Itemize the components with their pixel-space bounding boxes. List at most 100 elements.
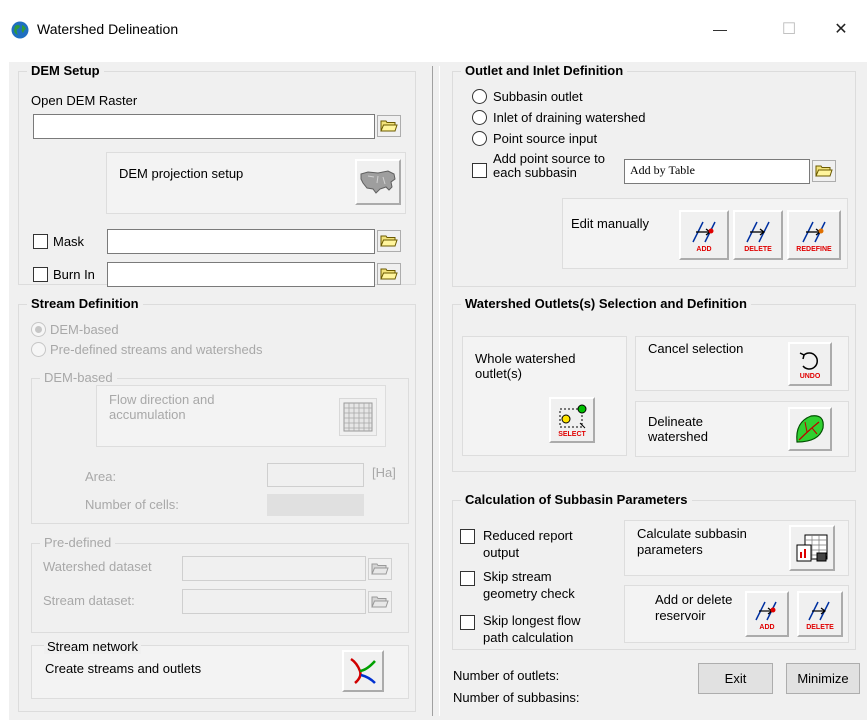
minimize-icon: — [713, 21, 727, 37]
reservoir-label: Add or delete reservoir [655, 592, 733, 623]
folder-open-icon [815, 165, 833, 177]
vertical-separator [432, 66, 440, 716]
select-outlet-button[interactable]: SELECT [549, 397, 595, 443]
reduced-report-checkbox[interactable] [460, 529, 475, 544]
dem-based-subgroup-title: DEM-based [40, 370, 117, 385]
mask-checkbox[interactable] [33, 234, 48, 249]
delete-point-icon [746, 221, 770, 242]
burn-in-label: Burn In [53, 267, 95, 282]
maximize-window-button[interactable]: ☐ [766, 14, 812, 44]
subbasin-parameters-group: Calculation of Subbasin Parameters Reduc… [452, 492, 856, 650]
inlet-draining-radio[interactable] [472, 110, 487, 125]
burn-in-checkbox[interactable] [33, 267, 48, 282]
close-window-button[interactable]: ✕ [818, 14, 864, 44]
point-source-label: Point source input [493, 131, 598, 146]
watershed-dataset-label: Watershed dataset [43, 559, 152, 574]
outlets-selection-group: Watershed Outlets(s) Selection and Defin… [452, 296, 856, 472]
maximize-icon: ☐ [781, 21, 797, 38]
area-input[interactable] [267, 463, 364, 487]
delete-reservoir-icon [808, 601, 830, 620]
dem-based-radio-label: DEM-based [50, 322, 119, 337]
stream-dataset-input[interactable] [182, 589, 366, 614]
redefine-caption: REDEFINE [796, 245, 832, 253]
create-streams-button[interactable] [342, 650, 384, 692]
dem-projection-panel: DEM projection setup [106, 152, 406, 214]
add-reservoir-button[interactable]: ADD [745, 591, 789, 637]
number-of-subbasins-label: Number of subbasins: [453, 690, 580, 705]
subbasin-parameters-title: Calculation of Subbasin Parameters [461, 492, 692, 507]
reservoir-delete-caption: DELETE [806, 623, 834, 631]
select-caption: SELECT [558, 430, 586, 438]
cancel-selection-label: Cancel selection [648, 341, 744, 356]
open-dem-label: Open DEM Raster [31, 93, 138, 108]
reservoir-panel: Add or delete reservoir ADD DELETE [624, 585, 849, 643]
watershed-dataset-input[interactable] [182, 556, 366, 581]
calculate-parameters-panel: Calculate subbasin parameters [624, 520, 849, 576]
open-dem-input[interactable] [33, 114, 375, 139]
add-reservoir-icon [755, 601, 777, 620]
open-dem-browse-button[interactable] [377, 115, 401, 137]
add-caption: ADD [696, 245, 712, 253]
select-outlet-icon [559, 404, 587, 428]
delineate-watershed-button[interactable] [788, 407, 832, 451]
dem-projection-button[interactable] [355, 159, 401, 205]
add-by-table-browse-button[interactable] [812, 160, 836, 182]
redefine-point-icon [802, 221, 826, 242]
add-outlet-button[interactable]: ADD [679, 210, 729, 260]
reduced-report-label: Reduced report output [483, 528, 573, 560]
add-point-icon [692, 221, 716, 242]
cells-value [267, 494, 364, 516]
outlets-selection-title: Watershed Outlets(s) Selection and Defin… [461, 296, 751, 311]
stream-definition-group: Stream Definition DEM-based Pre-defined … [18, 296, 416, 712]
skip-stream-checkbox[interactable] [460, 571, 475, 586]
delete-outlet-button[interactable]: DELETE [733, 210, 783, 260]
burn-in-input[interactable] [107, 262, 375, 287]
add-by-table-input[interactable]: Add by Table [624, 159, 810, 184]
undo-icon [799, 351, 819, 370]
outlet-inlet-group: Outlet and Inlet Definition Subbasin out… [452, 63, 856, 287]
redefine-outlet-button[interactable]: REDEFINE [787, 210, 841, 260]
stream-definition-title: Stream Definition [27, 296, 143, 311]
delineate-watershed-panel: Delineate watershed [635, 401, 849, 457]
cells-label: Number of cells: [85, 497, 179, 512]
subbasin-outlet-radio[interactable] [472, 89, 487, 104]
cancel-selection-panel: Cancel selection UNDO [635, 336, 849, 391]
grid-icon [343, 402, 373, 432]
edit-manually-label: Edit manually [571, 216, 650, 231]
burn-in-browse-button[interactable] [377, 263, 401, 285]
predefined-subgroup-title: Pre-defined [40, 535, 116, 550]
add-point-source-label: Add point source to each subbasin [493, 151, 606, 180]
flow-direction-button[interactable] [339, 398, 377, 436]
predefined-radio-label: Pre-defined streams and watersheds [50, 342, 263, 357]
predefined-radio[interactable] [31, 342, 46, 357]
reservoir-add-caption: ADD [759, 623, 775, 631]
stream-network-icon [350, 657, 376, 684]
minimize-button[interactable]: Minimize [786, 663, 860, 694]
folder-open-icon [371, 563, 389, 575]
skip-longest-label: Skip longest flow path calculation [483, 613, 581, 645]
cancel-selection-button[interactable]: UNDO [788, 342, 832, 386]
us-map-icon [360, 170, 396, 194]
delineate-watershed-label: Delineate watershed [648, 414, 708, 444]
delete-caption: DELETE [744, 245, 772, 253]
mask-browse-button[interactable] [377, 230, 401, 252]
add-point-source-checkbox[interactable] [472, 163, 487, 178]
stream-dataset-browse-button[interactable] [368, 591, 392, 613]
whole-watershed-label: Whole watershed outlet(s) [475, 351, 576, 381]
calculate-parameters-button[interactable] [789, 525, 835, 571]
subbasin-outlet-label: Subbasin outlet [493, 89, 583, 104]
window-title: Watershed Delineation [37, 21, 179, 37]
folder-open-icon [371, 596, 389, 608]
globe-icon [11, 21, 29, 39]
point-source-radio[interactable] [472, 131, 487, 146]
dem-based-radio[interactable] [31, 322, 46, 337]
exit-button[interactable]: Exit [698, 663, 773, 694]
dem-setup-group: DEM Setup Open DEM Raster DEM projection… [18, 63, 416, 287]
watershed-dataset-browse-button[interactable] [368, 558, 392, 580]
edit-manually-panel: Edit manually ADD DELETE REDEFINE [562, 198, 848, 269]
close-icon: ✕ [834, 21, 848, 38]
mask-input[interactable] [107, 229, 375, 254]
delete-reservoir-button[interactable]: DELETE [797, 591, 843, 637]
skip-longest-checkbox[interactable] [460, 615, 475, 630]
minimize-window-button[interactable]: — [697, 14, 743, 44]
